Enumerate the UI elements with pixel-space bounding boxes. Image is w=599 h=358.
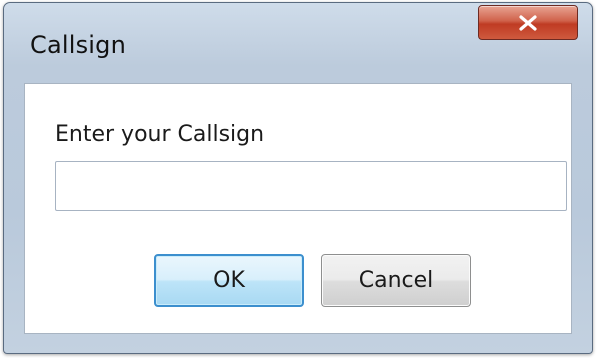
ok-button[interactable]: OK: [154, 254, 304, 307]
cancel-button[interactable]: Cancel: [321, 254, 471, 307]
window-title: Callsign: [30, 31, 127, 59]
close-button[interactable]: [478, 5, 578, 40]
dialog-body: Enter your Callsign OK Cancel: [24, 83, 572, 334]
callsign-dialog: Callsign Enter your Callsign OK Cancel: [3, 2, 593, 354]
close-icon: [519, 14, 537, 31]
title-bar[interactable]: Callsign: [4, 3, 592, 83]
callsign-prompt-label: Enter your Callsign: [55, 122, 265, 147]
callsign-input[interactable]: [55, 161, 567, 211]
